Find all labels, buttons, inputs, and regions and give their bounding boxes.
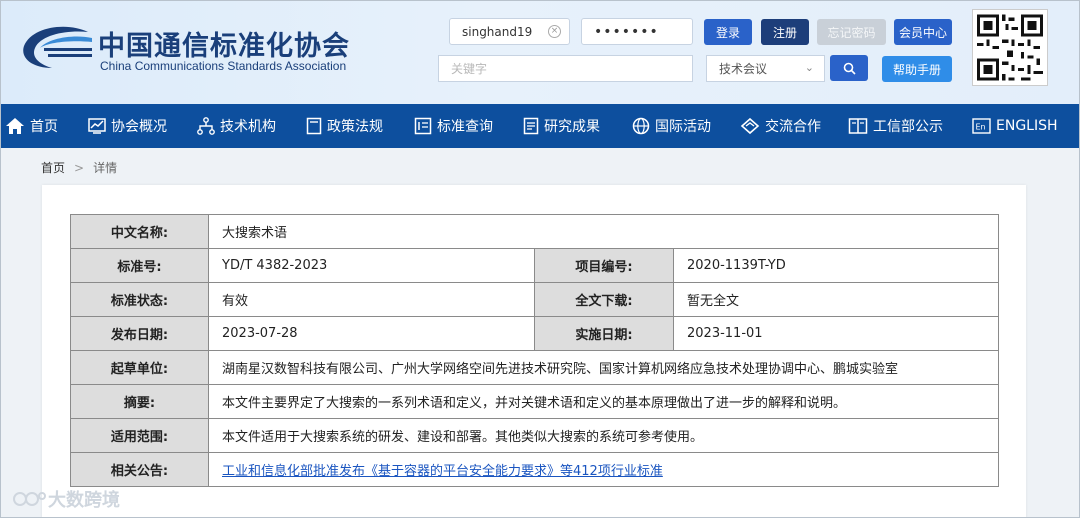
watermark-logo-icon: [13, 492, 46, 506]
abstract-label: 摘要:: [70, 384, 209, 419]
document-icon: [306, 117, 322, 135]
home-icon: [6, 118, 24, 134]
implement-date-label: 实施日期:: [534, 316, 674, 351]
scope-value: 本文件适用于大搜索系统的研发、建设和部署。其他类似大搜索的系统可参考使用。: [208, 418, 999, 453]
book-icon: [848, 118, 868, 134]
username-input[interactable]: singhand19 ×: [449, 18, 570, 45]
drafter-label: 起草单位:: [70, 350, 209, 385]
nav-item-standard-query[interactable]: 标准查询: [414, 104, 493, 148]
name-label: 中文名称:: [70, 214, 209, 249]
project-number-label: 项目编号:: [534, 248, 674, 283]
en-icon: En: [972, 118, 991, 134]
table-row: 发布日期: 2023-07-28 实施日期: 2023-11-01: [70, 316, 999, 351]
search-icon: [843, 62, 856, 75]
chevron-down-icon: ⌄: [804, 61, 814, 74]
nav-label: 工信部公示: [873, 119, 943, 135]
password-input[interactable]: •••••••: [581, 18, 693, 45]
nav-item-research[interactable]: 研究成果: [523, 104, 600, 148]
report-icon: [523, 117, 539, 135]
qr-code: [972, 9, 1048, 86]
nav-item-tech-org[interactable]: 技术机构: [197, 104, 276, 148]
password-mask: •••••••: [594, 23, 659, 40]
breadcrumb-separator: >: [74, 160, 85, 175]
publish-date-value: 2023-07-28: [208, 316, 535, 351]
table-row: 标准号: YD/T 4382-2023 项目编号: 2020-1139T-YD: [70, 248, 999, 283]
username-value: singhand19: [462, 24, 533, 39]
nav-label: 首页: [30, 119, 58, 135]
table-row: 起草单位: 湖南星汉数智科技有限公司、广州大学网络空间先进技术研究院、国家计算机…: [70, 350, 999, 385]
standard-detail-table: 中文名称: 大搜索术语 标准号: YD/T 4382-2023 项目编号: 20…: [70, 214, 999, 487]
nav-label: 标准查询: [437, 119, 493, 135]
nav-item-exchange[interactable]: 交流合作: [740, 104, 821, 148]
login-button[interactable]: 登录: [704, 19, 752, 45]
keyword-search-input[interactable]: 关键字: [438, 55, 693, 82]
nav-label: 政策法规: [327, 119, 383, 135]
status-label: 标准状态:: [70, 282, 209, 317]
table-row: 相关公告: 工业和信息化部批准发布《基于容器的平台安全能力要求》等412项行业标…: [70, 452, 999, 487]
nav-item-about[interactable]: 协会概况: [88, 104, 167, 148]
search-type-select[interactable]: 技术会议 ⌄: [706, 55, 825, 82]
abstract-value: 本文件主要界定了大搜索的一系列术语和定义，并对关键术语和定义的基本原理做出了进一…: [208, 384, 999, 419]
name-value: 大搜索术语: [208, 214, 999, 249]
svg-text:En: En: [976, 123, 986, 132]
nav-label: 交流合作: [765, 119, 821, 135]
search-button[interactable]: [830, 55, 868, 81]
project-number-value: 2020-1139T-YD: [673, 248, 999, 283]
nav-item-miit-notice[interactable]: 工信部公示: [848, 104, 943, 148]
globe-icon: [632, 117, 650, 135]
breadcrumb-home[interactable]: 首页: [41, 159, 65, 176]
nav-label: 协会概况: [111, 119, 167, 135]
breadcrumb: 首页 > 详情: [41, 159, 117, 176]
table-row: 中文名称: 大搜索术语: [70, 214, 999, 249]
main-nav: 首页 协会概况 技术机构 政策法规 标准查询 研究成果 国际活动 交流合作 工信…: [0, 104, 1080, 148]
site-header: 中国通信标准化协会 China Communications Standards…: [0, 0, 1080, 104]
notice-link[interactable]: 工业和信息化部批准发布《基于容器的平台安全能力要求》等412项行业标准: [208, 452, 999, 487]
nav-item-home[interactable]: 首页: [5, 104, 58, 148]
keyword-placeholder: 关键字: [451, 62, 488, 76]
search-doc-icon: [414, 117, 432, 135]
breadcrumb-current: 详情: [93, 161, 118, 175]
table-row: 标准状态: 有效 全文下载: 暂无全文: [70, 282, 999, 317]
logo-title-cn: 中国通信标准化协会: [98, 31, 350, 62]
scope-label: 适用范围:: [70, 418, 209, 453]
help-manual-button[interactable]: 帮助手册: [882, 56, 952, 82]
drafter-value: 湖南星汉数智科技有限公司、广州大学网络空间先进技术研究院、国家计算机网络应急技术…: [208, 350, 999, 385]
download-label: 全文下载:: [534, 282, 674, 317]
site-logo[interactable]: 中国通信标准化协会 China Communications Standards…: [18, 20, 358, 80]
nav-label: 技术机构: [220, 119, 276, 135]
search-type-value: 技术会议: [719, 62, 768, 76]
table-row: 适用范围: 本文件适用于大搜索系统的研发、建设和部署。其他类似大搜索的系统可参考…: [70, 418, 999, 453]
status-value: 有效: [208, 282, 535, 317]
nav-item-policy[interactable]: 政策法规: [306, 104, 383, 148]
nav-label: 国际活动: [655, 119, 711, 135]
watermark-text: 大数跨境: [48, 490, 120, 511]
forget-password-button[interactable]: 忘记密码: [817, 19, 886, 45]
download-value: 暂无全文: [673, 282, 999, 317]
member-center-button[interactable]: 会员中心: [894, 19, 952, 45]
logo-title-en: China Communications Standards Associati…: [100, 59, 347, 73]
chart-icon: [88, 118, 106, 134]
standard-number-label: 标准号:: [70, 248, 209, 283]
implement-date-value: 2023-11-01: [673, 316, 999, 351]
notice-label: 相关公告:: [70, 452, 209, 487]
nav-item-english[interactable]: En ENGLISH: [972, 104, 1058, 148]
nav-label: 研究成果: [544, 119, 600, 135]
register-button[interactable]: 注册: [761, 19, 809, 45]
watermark: 大数跨境: [12, 486, 120, 512]
publish-date-label: 发布日期:: [70, 316, 209, 351]
nav-item-international[interactable]: 国际活动: [632, 104, 711, 148]
standard-number-value: YD/T 4382-2023: [208, 248, 535, 283]
table-row: 摘要: 本文件主要界定了大搜索的一系列术语和定义，并对关键术语和定义的基本原理做…: [70, 384, 999, 419]
logo-swoosh-icon: [23, 26, 92, 69]
clear-icon[interactable]: ×: [548, 25, 561, 38]
nav-label: ENGLISH: [996, 118, 1058, 134]
org-tree-icon: [197, 117, 215, 135]
handshake-icon: [740, 117, 760, 135]
